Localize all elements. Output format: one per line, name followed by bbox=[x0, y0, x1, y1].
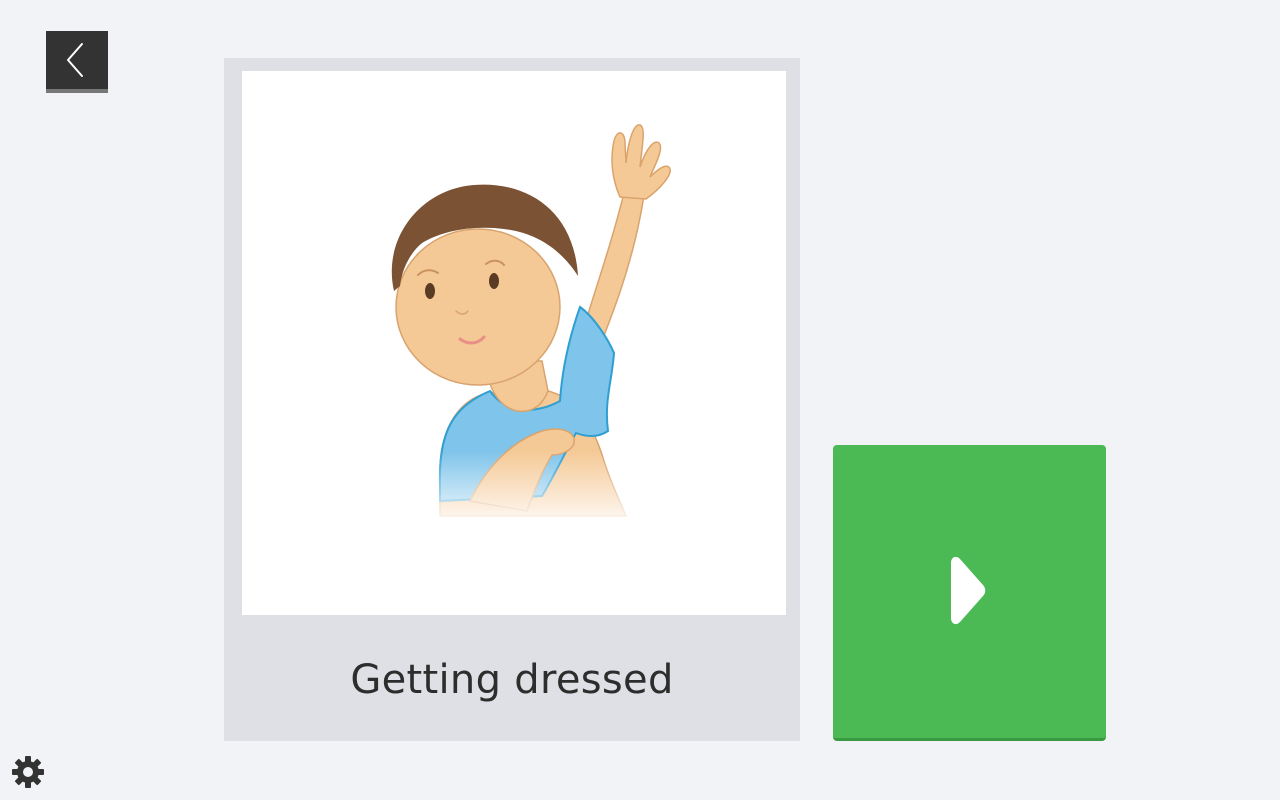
gear-icon bbox=[12, 756, 44, 788]
child-getting-dressed-illustration bbox=[391, 124, 671, 531]
activity-title: Getting dressed bbox=[350, 656, 674, 703]
play-button[interactable] bbox=[833, 445, 1106, 741]
activity-image bbox=[242, 71, 786, 615]
back-button[interactable] bbox=[46, 31, 108, 93]
chevron-left-icon bbox=[67, 43, 83, 77]
play-icon bbox=[951, 556, 986, 625]
settings-button[interactable] bbox=[10, 754, 46, 790]
activity-card: Getting dressed bbox=[224, 58, 800, 741]
